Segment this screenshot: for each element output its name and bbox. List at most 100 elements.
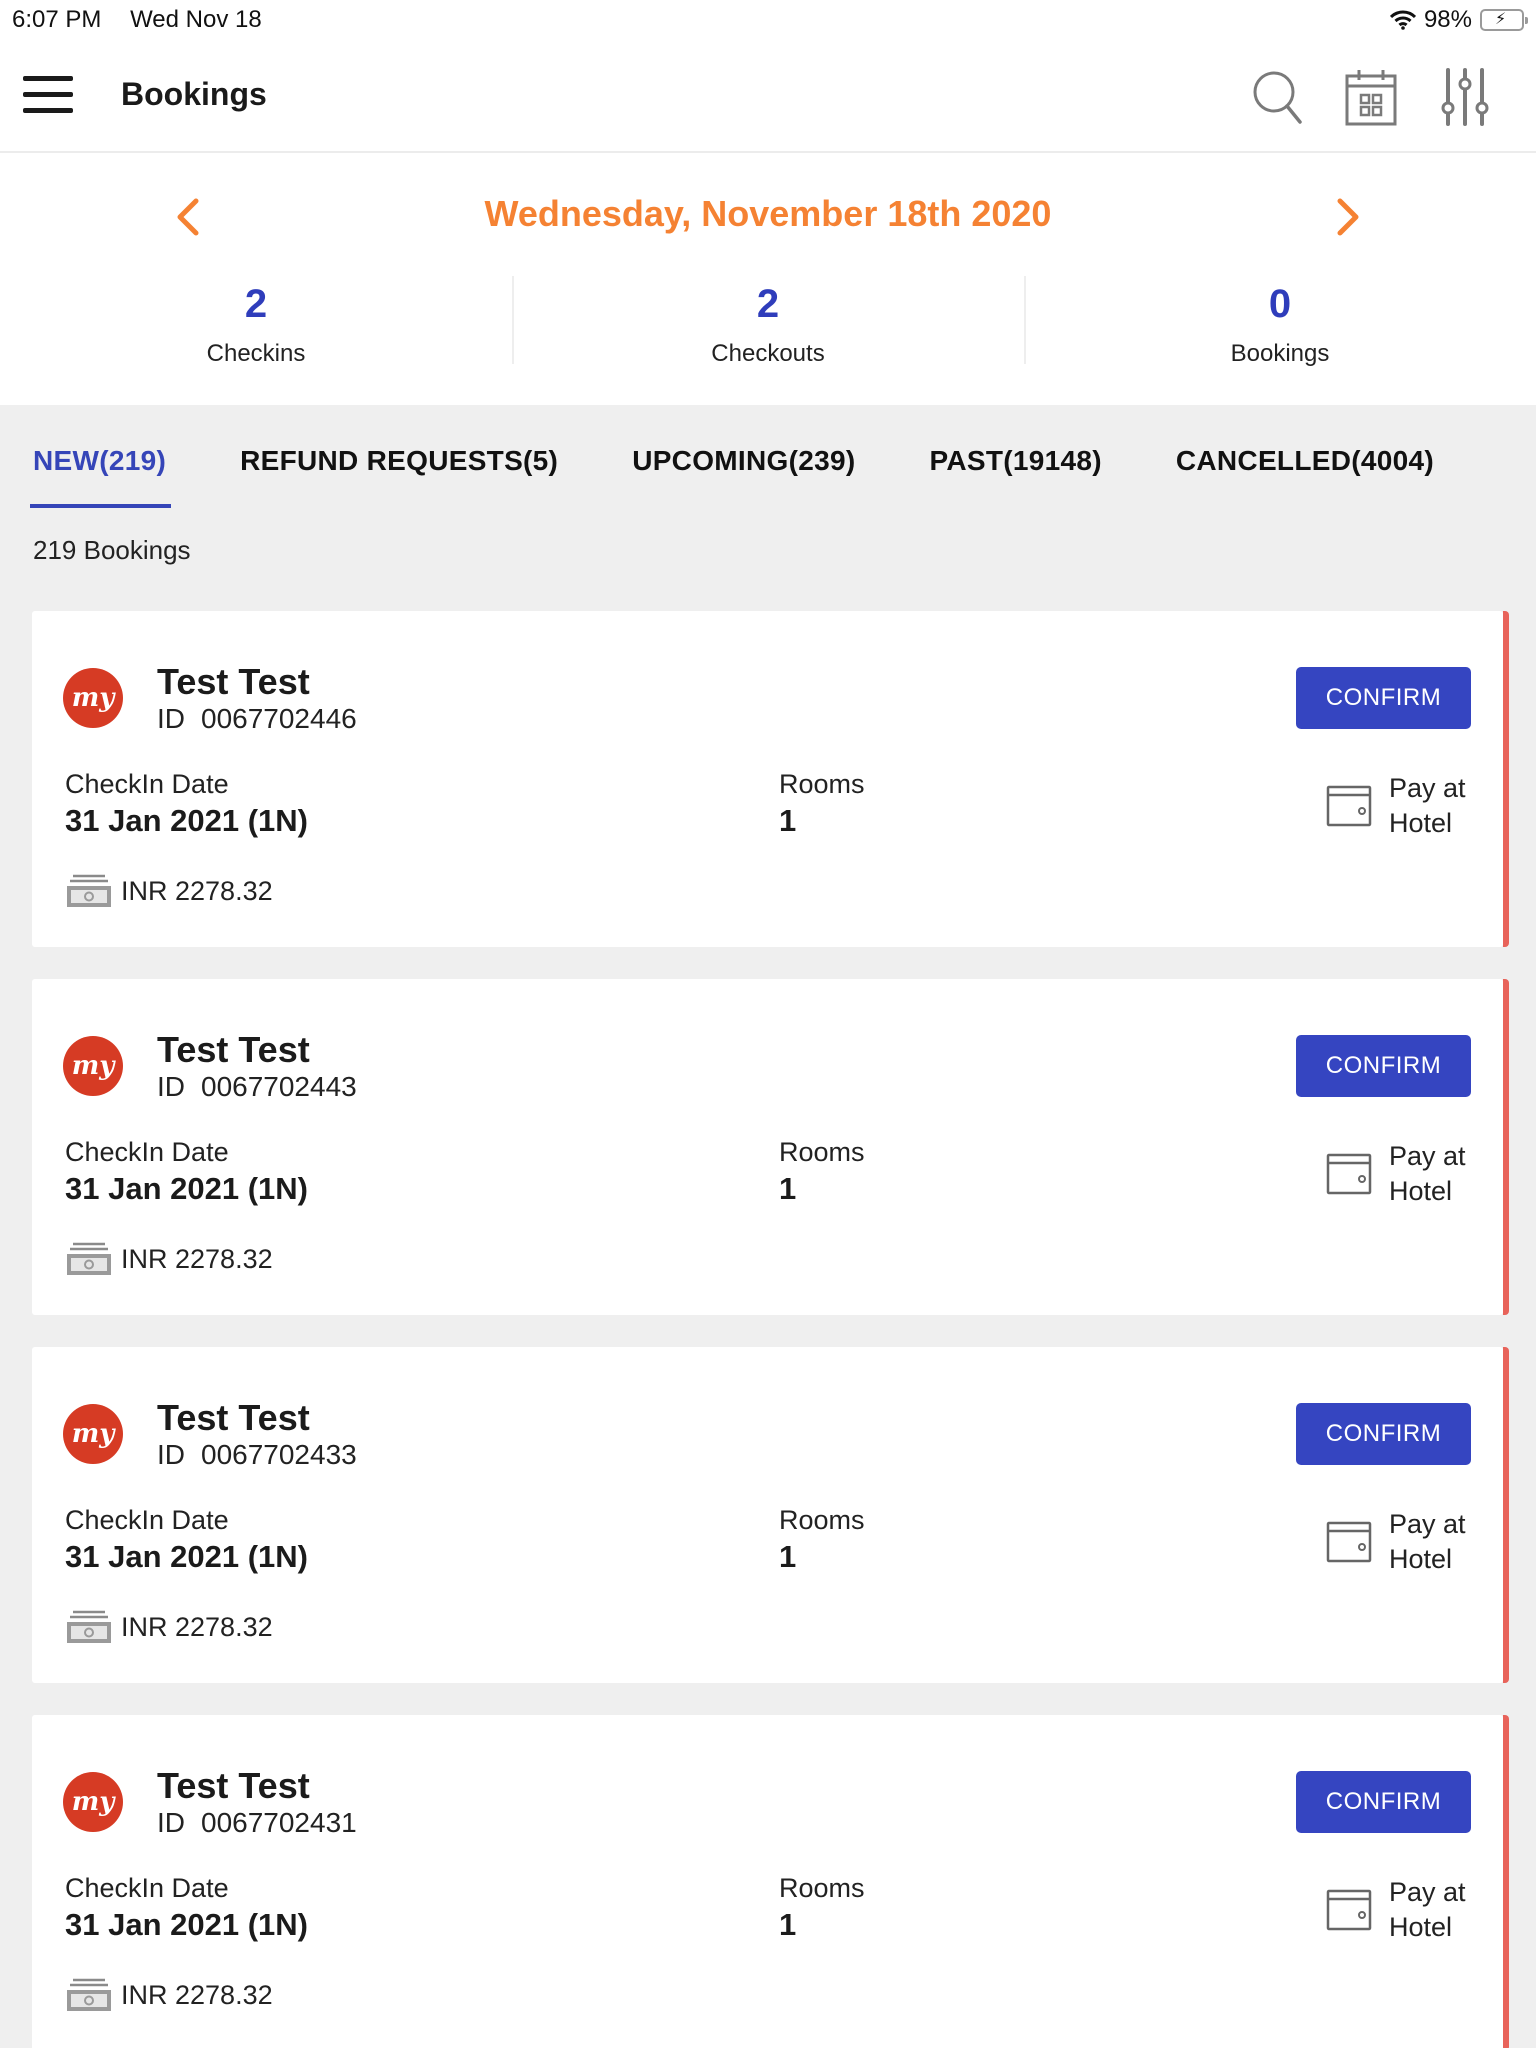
menu-icon-line	[23, 108, 73, 113]
checkin-label: CheckIn Date	[65, 1505, 229, 1535]
payment-mode: Pay at Hotel	[1325, 1507, 1471, 1577]
id-value: 0067702446	[201, 703, 357, 734]
stat-value: 0	[1268, 282, 1292, 326]
payment-mode-text: Pay at Hotel	[1389, 1509, 1466, 1574]
guest-name: Test Test	[157, 1765, 310, 1806]
id-value: 0067702433	[201, 1439, 357, 1470]
booking-id: ID 0067702431	[157, 1807, 357, 1839]
menu-icon-line	[23, 92, 73, 97]
confirm-button[interactable]: CONFIRM	[1296, 667, 1471, 729]
stat-bookings[interactable]: 0 Bookings	[1024, 258, 1536, 368]
payment-mode: Pay at Hotel	[1325, 1139, 1471, 1209]
battery-percent: 98%	[1423, 6, 1472, 33]
confirm-button[interactable]: CONFIRM	[1296, 1771, 1471, 1833]
confirm-button[interactable]: CONFIRM	[1296, 1035, 1471, 1097]
amount-value: INR 2278.32	[121, 875, 273, 906]
rooms-count: 1	[779, 1907, 797, 1942]
id-value: 0067702443	[201, 1071, 357, 1102]
rooms-label: Rooms	[779, 769, 865, 799]
svg-text:my: my	[72, 1051, 117, 1081]
current-date: Wednesday, November 18th 2020	[484, 193, 1052, 234]
booking-tabs: NEW(219) REFUND REQUESTS(5) UPCOMING(239…	[0, 405, 1536, 508]
stat-label: Checkins	[206, 340, 306, 367]
tab-past[interactable]: PAST(19148)	[929, 405, 1101, 505]
booking-id: ID 0067702446	[157, 703, 357, 735]
bookings-count: 219 Bookings	[33, 535, 191, 565]
filter-sliders-icon	[1441, 68, 1489, 126]
menu-icon-line	[23, 76, 73, 81]
header-area: 6:07 PM Wed Nov 18 98% Bookings Wednesda…	[0, 0, 1536, 405]
guest-name: Test Test	[157, 1029, 310, 1070]
makemytrip-logo-icon: my	[63, 668, 123, 728]
filter-button[interactable]	[1438, 66, 1492, 128]
tab-cancelled[interactable]: CANCELLED(4004)	[1176, 405, 1434, 505]
booking-amount: INR 2278.32	[65, 1977, 273, 2013]
id-label: ID	[157, 1071, 185, 1102]
date-navigator: Wednesday, November 18th 2020	[0, 153, 1536, 258]
svg-text:my: my	[72, 1419, 117, 1449]
booking-amount: INR 2278.32	[65, 873, 273, 909]
stat-value: 2	[244, 282, 268, 326]
cash-icon	[67, 1978, 111, 2011]
payment-mode: Pay at Hotel	[1325, 1875, 1471, 1945]
booking-card[interactable]: my Test Test ID 0067702431 CheckIn Date 3…	[32, 1715, 1509, 2048]
status-date: Wed Nov 18	[130, 6, 262, 33]
confirm-button[interactable]: CONFIRM	[1296, 1403, 1471, 1465]
stat-label: Bookings	[1230, 340, 1330, 367]
id-label: ID	[157, 1439, 185, 1470]
stat-value: 2	[756, 282, 780, 326]
amount-value: INR 2278.32	[121, 1243, 273, 1274]
makemytrip-logo-icon: my	[63, 1036, 123, 1096]
guest-name: Test Test	[157, 661, 310, 702]
page-title: Bookings	[121, 76, 267, 112]
amount-value: INR 2278.32	[121, 1979, 273, 2010]
payment-mode-text: Pay at Hotel	[1389, 1877, 1466, 1942]
summary-stats: 2 Checkins 2 Checkouts 0 Bookings	[0, 258, 1536, 405]
chevron-right-icon	[1337, 198, 1359, 236]
booking-card[interactable]: my Test Test ID 0067702446 CheckIn Date 3…	[32, 611, 1509, 947]
checkin-label: CheckIn Date	[65, 1137, 229, 1167]
status-bar: 6:07 PM Wed Nov 18 98%	[0, 0, 1536, 40]
checkin-date: 31 Jan 2021 (1N)	[65, 1907, 308, 1942]
checkin-label: CheckIn Date	[65, 769, 229, 799]
booking-card[interactable]: my Test Test ID 0067702433 CheckIn Date 3…	[32, 1347, 1509, 1683]
guest-name: Test Test	[157, 1397, 310, 1438]
calendar-icon	[1345, 70, 1397, 126]
calendar-button[interactable]	[1344, 66, 1398, 128]
wallet-icon	[1326, 785, 1372, 827]
cash-icon	[67, 1610, 111, 1643]
tab-upcoming[interactable]: UPCOMING(239)	[632, 405, 855, 505]
checkin-date: 31 Jan 2021 (1N)	[65, 1171, 308, 1206]
booking-amount: INR 2278.32	[65, 1241, 273, 1277]
payment-mode: Pay at Hotel	[1325, 771, 1471, 841]
rooms-label: Rooms	[779, 1505, 865, 1535]
stat-label: Checkouts	[711, 340, 825, 367]
wallet-icon	[1326, 1889, 1372, 1931]
amount-value: INR 2278.32	[121, 1611, 273, 1642]
rooms-label: Rooms	[779, 1873, 865, 1903]
tab-new[interactable]: NEW(219)	[29, 405, 172, 508]
makemytrip-logo-icon: my	[63, 1404, 123, 1464]
stat-checkins[interactable]: 2 Checkins	[0, 258, 512, 368]
next-date-button[interactable]	[1330, 195, 1366, 239]
search-icon	[1253, 71, 1302, 124]
rooms-count: 1	[779, 1171, 797, 1206]
booking-id: ID 0067702433	[157, 1439, 357, 1471]
booking-amount: INR 2278.32	[65, 1609, 273, 1645]
payment-mode-text: Pay at Hotel	[1389, 1141, 1466, 1206]
checkin-label: CheckIn Date	[65, 1873, 229, 1903]
id-value: 0067702431	[201, 1807, 357, 1838]
checkin-date: 31 Jan 2021 (1N)	[65, 1539, 308, 1574]
wifi-icon	[1389, 10, 1416, 30]
tab-refund-requests[interactable]: REFUND REQUESTS(5)	[240, 405, 558, 505]
status-time: 6:07 PM	[12, 6, 102, 33]
svg-text:my: my	[72, 683, 117, 713]
stat-checkouts[interactable]: 2 Checkouts	[512, 258, 1024, 368]
booking-card[interactable]: my Test Test ID 0067702443 CheckIn Date 3…	[32, 979, 1509, 1315]
payment-mode-text: Pay at Hotel	[1389, 773, 1466, 838]
search-button[interactable]	[1250, 66, 1304, 128]
checkin-date: 31 Jan 2021 (1N)	[65, 803, 308, 838]
cash-icon	[67, 1242, 111, 1275]
rooms-label: Rooms	[779, 1137, 865, 1167]
menu-button[interactable]	[23, 76, 73, 116]
